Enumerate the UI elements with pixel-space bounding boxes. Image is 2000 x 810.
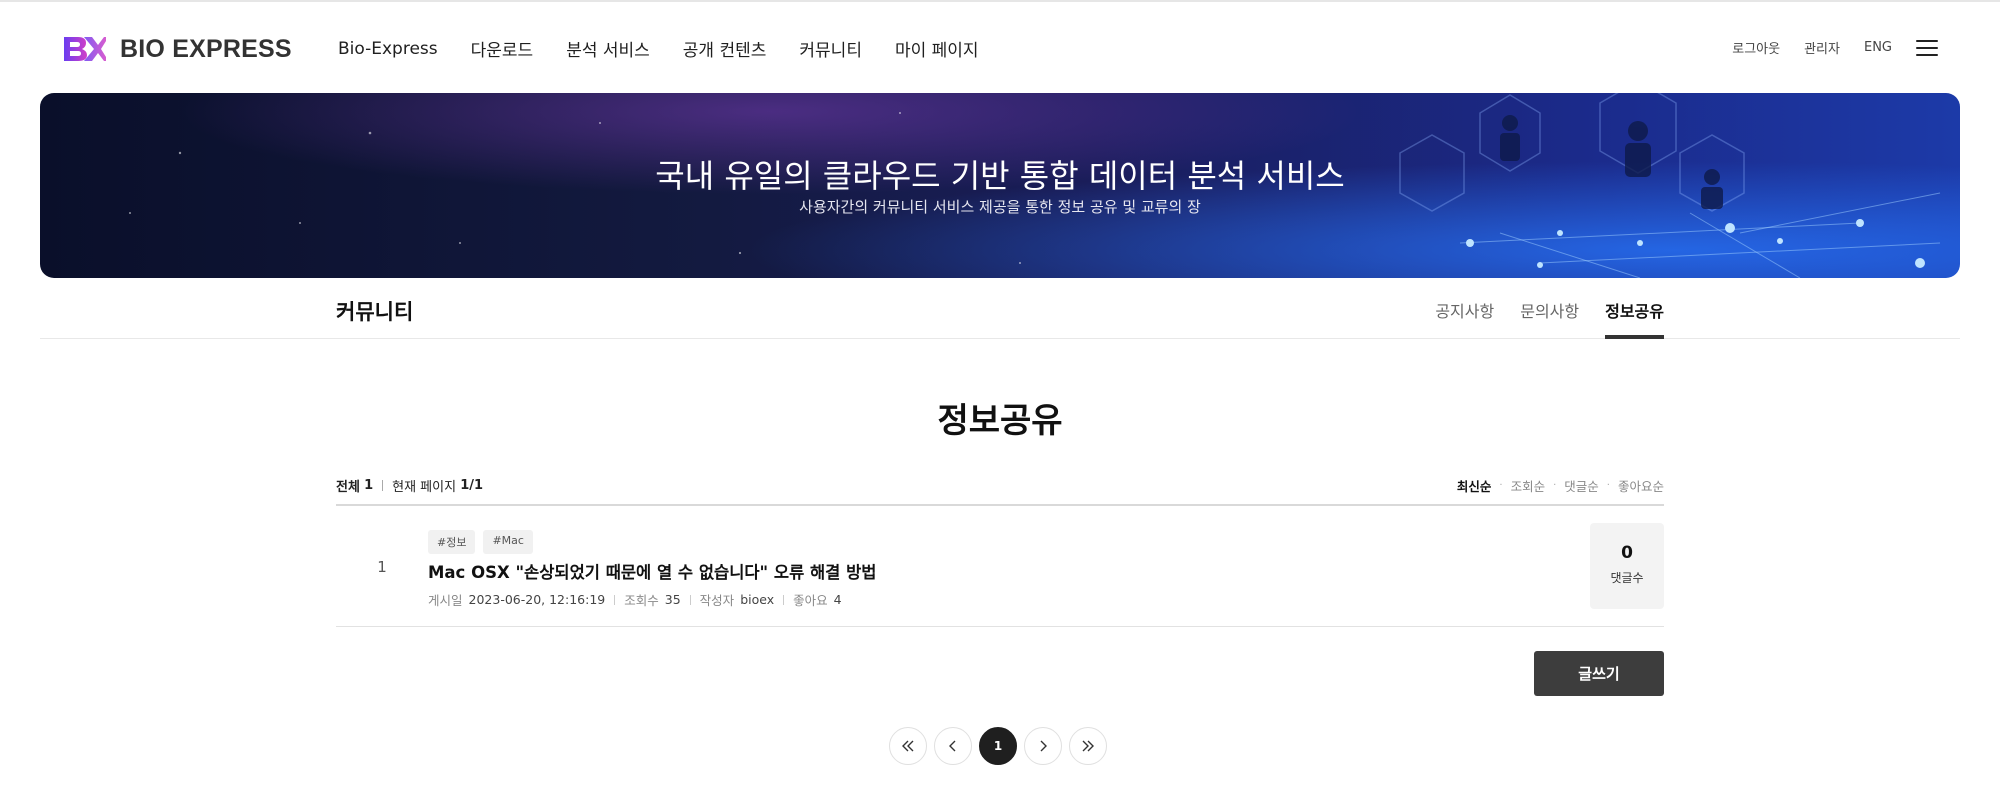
list-item[interactable]: 1 #정보 #Mac Mac OSX "손상되었기 때문에 열 수 없습니다" … — [336, 506, 1664, 627]
tag-chip[interactable]: #Mac — [483, 530, 533, 554]
divider — [783, 594, 785, 605]
sort-separator: · — [1499, 480, 1503, 491]
post-list: 1 #정보 #Mac Mac OSX "손상되었기 때문에 열 수 없습니다" … — [336, 504, 1664, 627]
site-header: BIO EXPRESS Bio-Express 다운로드 분석 서비스 공개 컨… — [0, 2, 2000, 92]
nav-item-analysis-service[interactable]: 분석 서비스 — [566, 36, 650, 61]
total-count: 1 — [364, 478, 374, 493]
sort-comments[interactable]: 댓글순 — [1564, 476, 1599, 495]
section-subnav: 커뮤니티 공지사항 문의사항 정보공유 — [40, 278, 1960, 339]
sort-separator: · — [1553, 480, 1557, 491]
post-title-link[interactable]: Mac OSX "손상되었기 때문에 열 수 없습니다" 오류 해결 방법 — [428, 559, 876, 583]
page-title: 정보공유 — [937, 401, 1063, 441]
language-toggle[interactable]: ENG — [1864, 40, 1892, 55]
views-label: 조회수 — [624, 593, 659, 608]
list-summary: 전체 1 현재 페이지 1/1 — [336, 476, 483, 495]
current-page-label: 현재 페이지 — [392, 480, 457, 495]
first-page-icon[interactable] — [889, 727, 927, 765]
post-number: 1 — [377, 558, 387, 576]
sort-options: 최신순 · 조회순 · 댓글순 · 좋아요순 — [1457, 476, 1664, 495]
sort-likes[interactable]: 좋아요순 — [1618, 476, 1664, 495]
likes-label: 좋아요 — [793, 593, 828, 608]
nav-item-my-page[interactable]: 마이 페이지 — [895, 36, 979, 61]
views-count: 35 — [664, 592, 681, 607]
nav-item-download[interactable]: 다운로드 — [471, 36, 534, 61]
tab-inquiry[interactable]: 문의사항 — [1520, 298, 1579, 339]
total-label: 전체 — [336, 480, 360, 495]
utility-nav: 로그아웃 관리자 ENG — [1708, 38, 1938, 57]
banner-title: 국내 유일의 클라우드 기반 통합 데이터 분석 서비스 — [655, 157, 1345, 195]
section-title: 커뮤니티 — [336, 300, 414, 324]
author-name: bioex — [740, 592, 775, 607]
next-page-icon[interactable] — [1024, 727, 1062, 765]
tab-notice[interactable]: 공지사항 — [1435, 298, 1494, 339]
section-tabs: 공지사항 문의사항 정보공유 — [1409, 298, 1664, 339]
logo-mark-icon — [64, 37, 106, 61]
likes-count: 4 — [833, 592, 842, 607]
author-label: 작성자 — [699, 593, 735, 608]
tag-chip[interactable]: #정보 — [428, 530, 476, 554]
divider — [382, 480, 384, 491]
divider — [614, 594, 616, 605]
tab-info-share[interactable]: 정보공유 — [1605, 298, 1664, 339]
banner-subtitle: 사용자간의 커뮤니티 서비스 제공을 통한 정보 공유 및 교류의 장 — [799, 198, 1201, 216]
post-info: 게시일 2023-06-20, 12:16:19 조회수 35 작성자 bioe… — [428, 590, 842, 609]
hamburger-menu-icon[interactable] — [1916, 39, 1938, 56]
prev-page-icon[interactable] — [934, 727, 972, 765]
admin-link[interactable]: 관리자 — [1804, 38, 1840, 57]
main-nav: Bio-Express 다운로드 분석 서비스 공개 컨텐츠 커뮤니티 마이 페… — [338, 36, 1012, 62]
sort-views[interactable]: 조회순 — [1511, 476, 1546, 495]
nav-item-community[interactable]: 커뮤니티 — [799, 36, 862, 61]
posted-label: 게시일 — [428, 593, 463, 608]
logo[interactable]: BIO EXPRESS — [62, 32, 292, 66]
sort-separator: · — [1606, 480, 1610, 491]
current-page-value: 1/1 — [460, 478, 484, 493]
logo-text: BIO EXPRESS — [120, 34, 292, 63]
logout-link[interactable]: 로그아웃 — [1732, 38, 1780, 57]
nav-item-public-contents[interactable]: 공개 컨텐츠 — [683, 36, 767, 61]
comment-count: 0 — [1621, 543, 1633, 563]
nav-item-bio-express[interactable]: Bio-Express — [338, 39, 438, 59]
last-page-icon[interactable] — [1069, 727, 1107, 765]
posted-date: 2023-06-20, 12:16:19 — [468, 592, 606, 607]
hero-banner: 국내 유일의 클라우드 기반 통합 데이터 분석 서비스 사용자간의 커뮤니티 … — [40, 93, 1960, 278]
write-post-button[interactable]: 글쓰기 — [1534, 651, 1664, 696]
comment-count-box: 0 댓글수 — [1590, 523, 1664, 609]
post-tags: #정보 #Mac — [428, 530, 541, 554]
comment-label: 댓글수 — [1610, 571, 1644, 585]
page-number-button[interactable]: 1 — [979, 727, 1017, 765]
divider — [689, 594, 691, 605]
pagination: 1 — [889, 727, 1114, 765]
sort-latest[interactable]: 최신순 — [1457, 476, 1492, 495]
